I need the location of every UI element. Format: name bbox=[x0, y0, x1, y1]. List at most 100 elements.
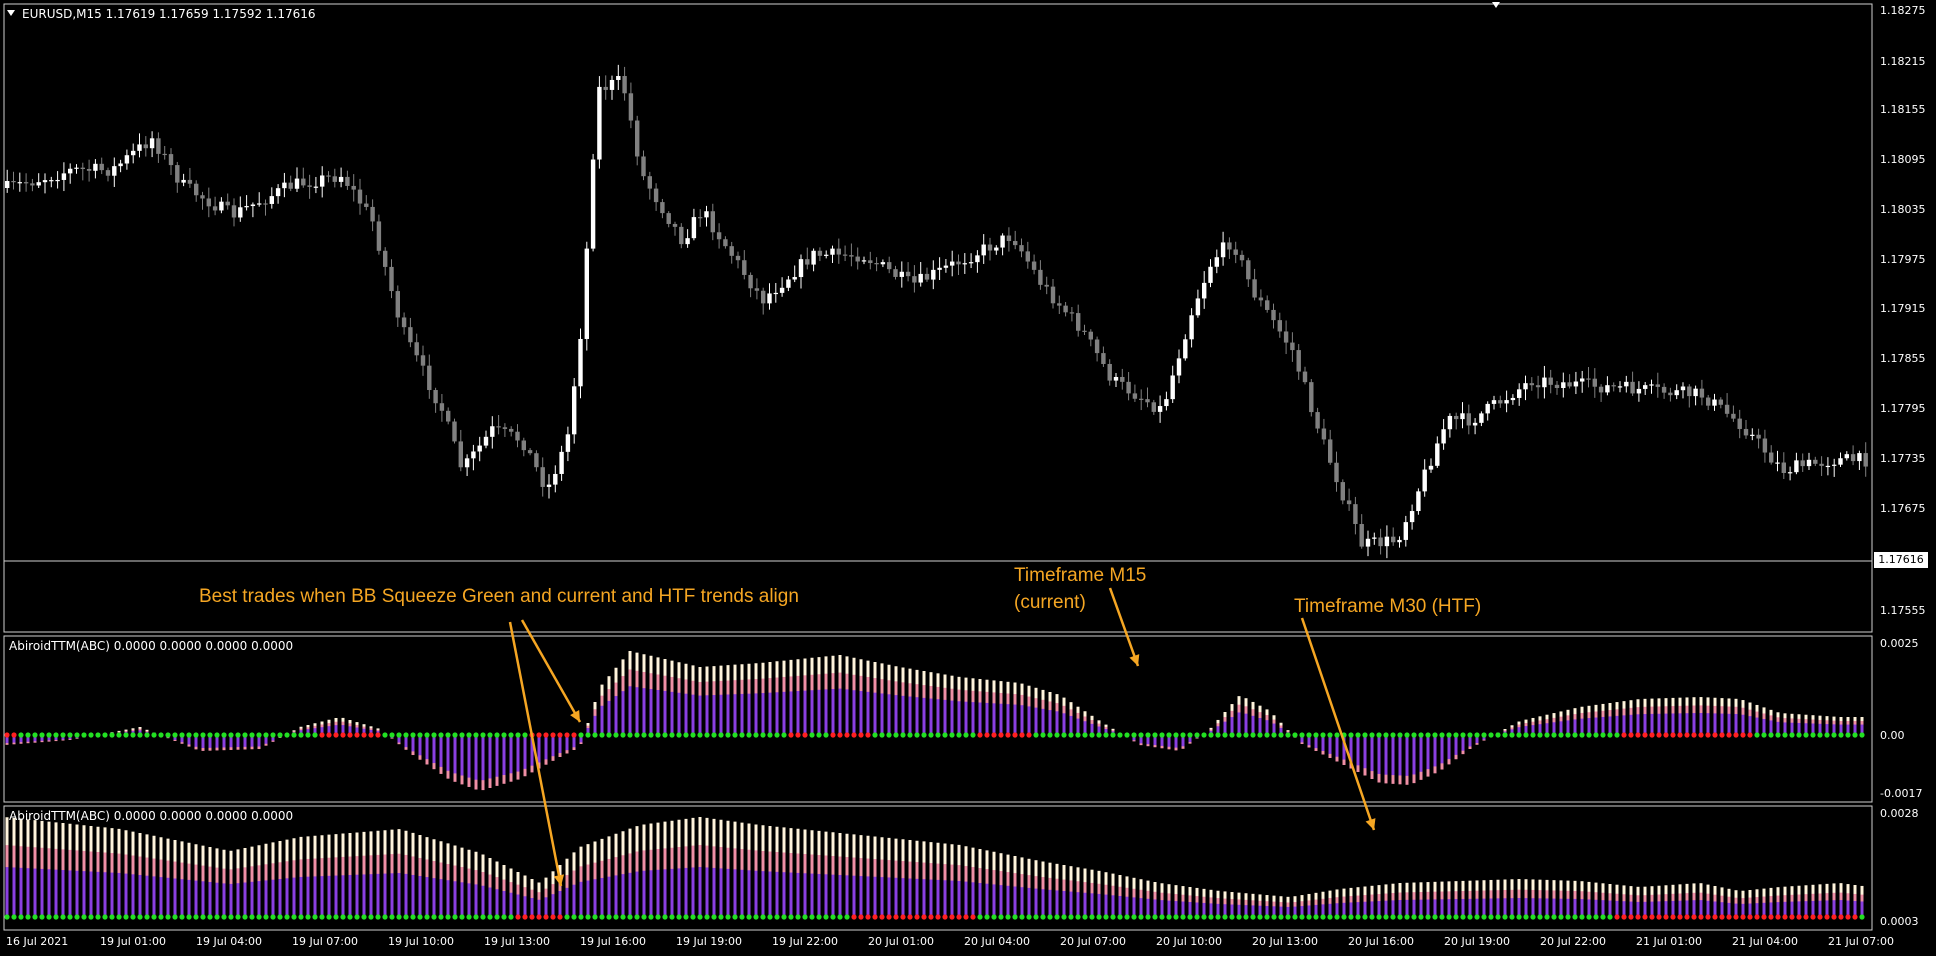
squeeze-dot bbox=[18, 732, 24, 738]
candle-body bbox=[1258, 297, 1264, 301]
squeeze-dot bbox=[767, 914, 773, 920]
symbol-info: EURUSD,M15 1.17619 1.17659 1.17592 1.176… bbox=[22, 7, 316, 21]
squeeze-dot bbox=[1271, 914, 1277, 920]
candle-body bbox=[1239, 254, 1245, 261]
candle-body bbox=[370, 206, 375, 222]
shift-marker-icon[interactable] bbox=[1492, 2, 1500, 8]
squeeze-dot bbox=[760, 914, 766, 920]
squeeze-dot bbox=[1047, 914, 1053, 920]
squeeze-dot bbox=[1089, 732, 1095, 738]
squeeze-dot bbox=[1810, 732, 1816, 738]
squeeze-dot bbox=[263, 732, 269, 738]
squeeze-dot bbox=[1684, 914, 1690, 920]
squeeze-dot bbox=[445, 732, 451, 738]
squeeze-dot bbox=[648, 732, 654, 738]
candle-body bbox=[1195, 298, 1201, 316]
squeeze-dot bbox=[1460, 732, 1466, 738]
annotation-m15-subtitle: (current) bbox=[1014, 592, 1086, 613]
squeeze-dot bbox=[984, 732, 990, 738]
squeeze-dot bbox=[263, 914, 269, 920]
candle-body bbox=[1094, 339, 1100, 354]
squeeze-dot bbox=[872, 732, 878, 738]
squeeze-dot bbox=[732, 732, 738, 738]
squeeze-dot bbox=[158, 914, 164, 920]
candle-body bbox=[212, 206, 218, 211]
squeeze-dot bbox=[305, 732, 311, 738]
candle-body bbox=[924, 273, 930, 280]
squeeze-dot bbox=[298, 914, 304, 920]
candle-body bbox=[887, 262, 892, 270]
candle-body bbox=[943, 265, 949, 268]
candle-body bbox=[257, 203, 262, 205]
squeeze-dot bbox=[550, 914, 556, 920]
candle-body bbox=[364, 203, 369, 207]
time-tick: 20 Jul 07:00 bbox=[1060, 935, 1126, 948]
candle-body bbox=[698, 217, 703, 219]
squeeze-dot bbox=[1320, 732, 1326, 738]
squeeze-dot bbox=[1355, 914, 1361, 920]
squeeze-dot bbox=[557, 914, 563, 920]
candle-body bbox=[269, 196, 274, 204]
candle-body bbox=[1472, 422, 1478, 426]
candle-body bbox=[288, 182, 293, 189]
squeeze-dot bbox=[431, 914, 437, 920]
squeeze-dot bbox=[1509, 732, 1515, 738]
squeeze-dot bbox=[501, 732, 507, 738]
squeeze-dot bbox=[403, 732, 409, 738]
candle-body bbox=[691, 217, 697, 239]
squeeze-dot bbox=[1306, 732, 1312, 738]
candle-body bbox=[1031, 261, 1037, 270]
squeeze-dot bbox=[669, 914, 675, 920]
candle-body bbox=[597, 86, 602, 160]
annotation-m30: Timeframe M30 (HTF) bbox=[1294, 596, 1482, 617]
squeeze-dot bbox=[1656, 732, 1662, 738]
squeeze-dot bbox=[1187, 732, 1193, 738]
squeeze-dot bbox=[1047, 732, 1053, 738]
squeeze-dot bbox=[480, 914, 486, 920]
squeeze-dot bbox=[1621, 732, 1627, 738]
squeeze-dot bbox=[1600, 732, 1606, 738]
squeeze-dot bbox=[1313, 732, 1319, 738]
squeeze-dot bbox=[494, 732, 500, 738]
collapse-triangle-icon[interactable] bbox=[7, 10, 15, 16]
squeeze-dot bbox=[1019, 914, 1025, 920]
candle-body bbox=[86, 168, 92, 171]
squeeze-dot bbox=[1740, 914, 1746, 920]
squeeze-dot bbox=[333, 732, 339, 738]
squeeze-dot bbox=[1495, 914, 1501, 920]
squeeze-dot bbox=[718, 914, 724, 920]
squeeze-dot bbox=[1397, 732, 1403, 738]
squeeze-dot bbox=[1481, 914, 1487, 920]
candle-body bbox=[294, 178, 300, 189]
squeeze-dot bbox=[1096, 732, 1102, 738]
candle-body bbox=[1756, 434, 1761, 439]
squeeze-dot bbox=[1201, 914, 1207, 920]
candle-body bbox=[779, 287, 785, 293]
squeeze-dot bbox=[1796, 732, 1802, 738]
squeeze-dot bbox=[802, 732, 808, 738]
candle-body bbox=[1157, 406, 1163, 412]
candle-body bbox=[830, 248, 835, 255]
squeeze-dot bbox=[1390, 914, 1396, 920]
candle-body bbox=[1076, 313, 1081, 331]
squeeze-dot bbox=[858, 732, 864, 738]
squeeze-dot bbox=[242, 732, 248, 738]
candle-body bbox=[761, 290, 766, 304]
candle-body bbox=[244, 206, 249, 208]
candle-body bbox=[1057, 303, 1062, 306]
squeeze-dot bbox=[438, 914, 444, 920]
squeeze-dot bbox=[571, 914, 577, 920]
candle-body bbox=[968, 262, 974, 264]
time-tick: 20 Jul 01:00 bbox=[868, 935, 934, 948]
squeeze-dot bbox=[74, 914, 80, 920]
squeeze-dot bbox=[1341, 914, 1347, 920]
price-tick: 1.17915 bbox=[1880, 302, 1926, 315]
squeeze-dot bbox=[627, 732, 633, 738]
squeeze-dot bbox=[592, 914, 598, 920]
squeeze-dot bbox=[1334, 732, 1340, 738]
squeeze-dot bbox=[515, 732, 521, 738]
squeeze-dot bbox=[809, 914, 815, 920]
candle-body bbox=[1277, 320, 1282, 332]
squeeze-dot bbox=[655, 914, 661, 920]
squeeze-dot bbox=[1348, 732, 1354, 738]
